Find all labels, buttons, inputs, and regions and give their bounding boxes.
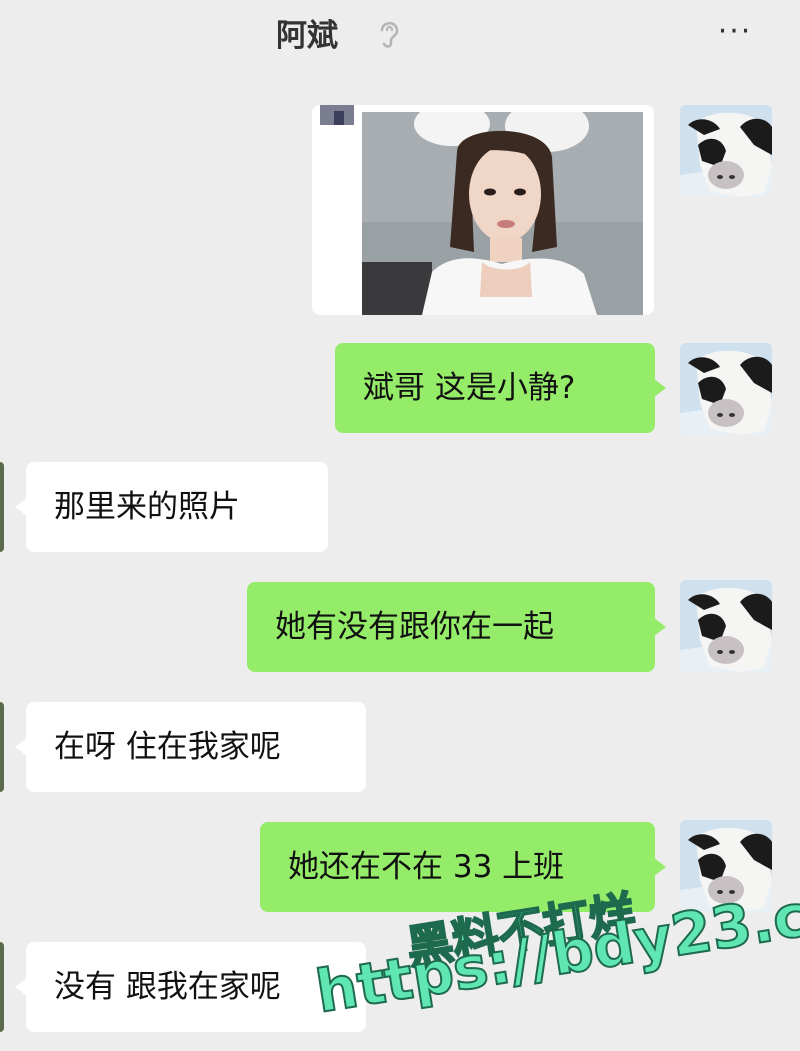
photo — [362, 112, 643, 315]
peer-avatar[interactable] — [0, 942, 4, 1032]
outgoing-message[interactable]: 她有没有跟你在一起 — [247, 582, 666, 672]
peer-avatar[interactable] — [0, 702, 4, 792]
peer-avatar[interactable] — [0, 462, 4, 552]
avatar[interactable] — [680, 105, 772, 197]
incoming-message[interactable]: 在呀 住在我家呢 — [15, 702, 366, 792]
ear-icon[interactable] — [374, 16, 404, 50]
image-thumbnail — [320, 105, 354, 125]
outgoing-message[interactable]: 斌哥 这是小静? — [335, 343, 666, 433]
chat-header: 阿斌 ··· — [0, 0, 800, 86]
more-options-icon[interactable]: ··· — [712, 17, 758, 47]
image-message[interactable] — [312, 105, 654, 315]
avatar[interactable] — [680, 343, 772, 435]
incoming-message[interactable]: 那里来的照片 — [15, 462, 328, 552]
avatar[interactable] — [680, 580, 772, 672]
chat-title[interactable]: 阿斌 — [276, 10, 338, 55]
